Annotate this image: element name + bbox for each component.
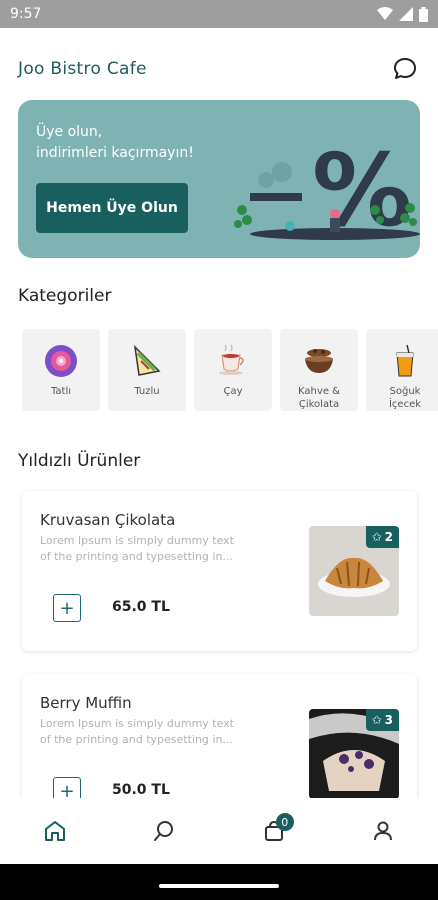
- chat-bubble-icon: [394, 58, 416, 79]
- categories-title: Kategoriler: [18, 286, 112, 306]
- star-icon: ✩: [371, 713, 382, 727]
- nav-cart[interactable]: 0: [254, 811, 294, 851]
- nav-profile[interactable]: [363, 811, 403, 851]
- category-label: Çay: [223, 386, 243, 397]
- nav-search[interactable]: [144, 811, 184, 851]
- product-card[interactable]: Kruvasan Çikolata Lorem Ipsum is simply …: [22, 491, 417, 651]
- category-label: Kahve & Çikolata: [298, 386, 340, 410]
- signal-icon: [399, 7, 413, 21]
- cart-count-badge: 0: [275, 813, 294, 831]
- membership-banner: Üye olun, indirimleri kaçırmayın! Hemen …: [18, 100, 420, 258]
- home-indicator[interactable]: [159, 884, 279, 888]
- product-desc-line: Lorem Ipsum is simply dummy text: [40, 534, 234, 547]
- svg-text:%: %: [312, 132, 412, 249]
- categories-list: Tatlı Tuzlu Çay Kahve & Çikolata Soğuk İ…: [22, 329, 438, 411]
- system-navigation-bar: [0, 864, 438, 900]
- status-bar: 9:57: [0, 0, 438, 28]
- category-tuzlu[interactable]: Tuzlu: [108, 329, 186, 411]
- chat-button[interactable]: [390, 54, 420, 84]
- battery-icon: [419, 6, 428, 22]
- category-label: Tuzlu: [134, 386, 160, 397]
- banner-line-2: indirimleri kaçırmayın!: [36, 145, 194, 161]
- rating-badge: ✩ 2: [365, 526, 399, 548]
- product-price: 65.0 TL: [112, 599, 170, 615]
- coffee-bowl-icon: [301, 343, 337, 379]
- search-icon: [154, 821, 174, 841]
- add-to-cart-button[interactable]: +: [53, 594, 81, 622]
- join-now-button[interactable]: Hemen Üye Olun: [36, 183, 188, 233]
- product-price: 50.0 TL: [112, 782, 170, 798]
- plus-icon: +: [59, 597, 75, 619]
- sandwich-icon: [129, 343, 165, 379]
- tea-cup-icon: [215, 343, 251, 379]
- category-cay[interactable]: Çay: [194, 329, 272, 411]
- status-icons: [377, 6, 428, 22]
- cold-drink-icon: [387, 343, 423, 379]
- product-image: ✩ 2: [309, 526, 399, 616]
- product-desc-line: of the printing and typesetting in...: [40, 733, 233, 746]
- category-label: Soğuk İçecek: [388, 386, 422, 410]
- bottom-navigation: 0: [0, 798, 438, 864]
- home-icon: [44, 821, 65, 841]
- product-desc-line: of the printing and typesetting in...: [40, 550, 233, 563]
- product-image: ✩ 3: [309, 709, 399, 799]
- app-header: Joo Bistro Cafe: [18, 52, 420, 86]
- banner-text: Üye olun, indirimleri kaçırmayın!: [36, 122, 194, 164]
- lollipop-icon: [43, 343, 79, 379]
- category-label: Tatlı: [50, 386, 72, 397]
- nav-home[interactable]: [35, 811, 75, 851]
- product-name: Berry Muffin: [40, 694, 132, 712]
- profile-icon: [374, 821, 393, 841]
- product-description: Lorem Ipsum is simply dummy text of the …: [40, 716, 262, 748]
- status-time: 9:57: [10, 6, 42, 22]
- star-icon: ✩: [371, 530, 382, 544]
- featured-title: Yıldızlı Ürünler: [18, 451, 141, 471]
- wifi-icon: [377, 7, 393, 20]
- rating-value: 3: [384, 713, 393, 727]
- product-desc-line: Lorem Ipsum is simply dummy text: [40, 717, 234, 730]
- rating-value: 2: [384, 530, 393, 544]
- product-name: Kruvasan Çikolata: [40, 511, 176, 529]
- category-kahve-cikolata[interactable]: Kahve & Çikolata: [280, 329, 358, 411]
- banner-line-1: Üye olun,: [36, 124, 103, 140]
- rating-badge: ✩ 3: [365, 709, 399, 731]
- discount-illustration: %: [234, 132, 420, 249]
- app-title: Joo Bistro Cafe: [18, 59, 147, 79]
- category-soguk-icecek[interactable]: Soğuk İçecek: [366, 329, 438, 411]
- product-description: Lorem Ipsum is simply dummy text of the …: [40, 533, 262, 565]
- category-tatli[interactable]: Tatlı: [22, 329, 100, 411]
